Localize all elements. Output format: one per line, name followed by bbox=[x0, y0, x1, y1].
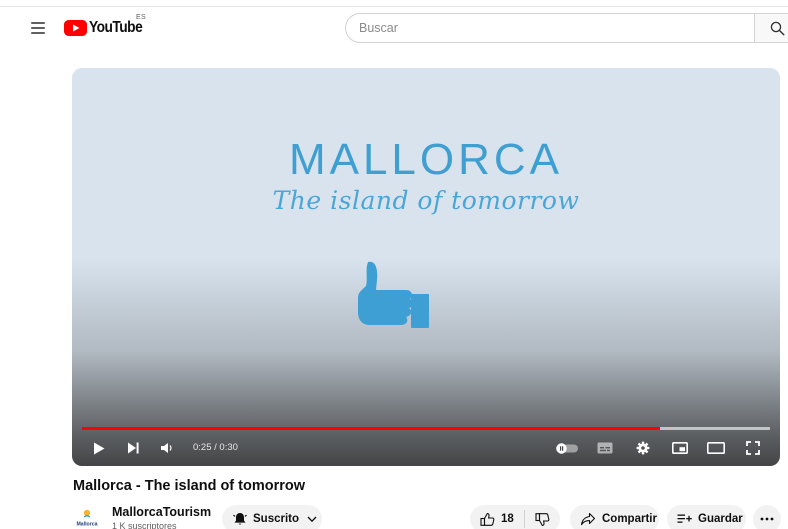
bell-icon bbox=[233, 513, 247, 525]
progress-played bbox=[82, 427, 660, 430]
share-button[interactable]: Compartir bbox=[570, 505, 659, 529]
volume-button[interactable] bbox=[158, 438, 176, 458]
logo-text: YouTube bbox=[89, 19, 143, 36]
next-button[interactable] bbox=[124, 438, 142, 458]
fullscreen-icon bbox=[746, 441, 760, 455]
svg-text:Mallorca: Mallorca bbox=[76, 522, 97, 528]
subscribed-label: Suscrito bbox=[253, 513, 300, 525]
miniplayer-icon bbox=[672, 442, 688, 454]
progress-bar[interactable] bbox=[82, 427, 770, 430]
thumbs-down-icon bbox=[535, 512, 550, 526]
subtitles-icon bbox=[597, 442, 613, 454]
autoplay-toggle-icon bbox=[556, 442, 578, 454]
playlist-add-icon bbox=[677, 514, 692, 523]
autoplay-toggle[interactable] bbox=[555, 438, 579, 458]
video-title: Mallorca - The island of tomorrow bbox=[73, 478, 306, 494]
share-icon bbox=[580, 512, 596, 526]
settings-button[interactable] bbox=[633, 438, 653, 458]
subtitles-button[interactable] bbox=[595, 438, 615, 458]
play-icon bbox=[94, 442, 105, 454]
dislike-button[interactable] bbox=[535, 512, 550, 527]
fullscreen-button[interactable] bbox=[742, 438, 764, 458]
save-label: Guardar bbox=[698, 513, 743, 525]
channel-name[interactable]: MallorcaTourism bbox=[112, 505, 211, 519]
search-input[interactable] bbox=[345, 13, 754, 43]
thumbs-up-icon bbox=[480, 512, 495, 526]
theater-mode-icon bbox=[707, 442, 725, 454]
channel-logo-icon: Mallorca bbox=[76, 509, 98, 528]
like-dislike-group: 18 bbox=[470, 505, 560, 529]
subscribed-button[interactable]: Suscrito bbox=[222, 505, 322, 529]
subscriber-count: 1 K suscriptores bbox=[112, 521, 177, 529]
chevron-down-icon bbox=[307, 516, 317, 522]
like-divider bbox=[523, 510, 525, 528]
menu-icon[interactable] bbox=[31, 22, 45, 34]
top-border bbox=[0, 6, 788, 7]
skip-next-icon bbox=[127, 442, 139, 454]
like-count: 18 bbox=[501, 513, 514, 525]
video-overlay-subtitle: The island of tomorrow bbox=[272, 186, 580, 215]
channel-avatar[interactable]: Mallorca bbox=[73, 505, 101, 529]
share-label: Compartir bbox=[602, 513, 657, 525]
video-overlay-title: MALLORCA bbox=[288, 135, 564, 184]
more-horizontal-icon bbox=[760, 517, 774, 521]
save-button[interactable]: Guardar bbox=[667, 505, 746, 529]
search-icon bbox=[770, 21, 785, 36]
search-button[interactable] bbox=[754, 13, 788, 43]
theater-mode-button[interactable] bbox=[705, 438, 727, 458]
logo-region-code: ES bbox=[136, 14, 146, 21]
video-player[interactable]: MALLORCA The island of tomorrow 0:25 / 0… bbox=[72, 68, 780, 466]
more-actions-button[interactable] bbox=[753, 505, 781, 529]
gear-icon bbox=[636, 441, 650, 455]
play-button[interactable] bbox=[90, 438, 108, 458]
youtube-logo[interactable]: YouTube ES bbox=[64, 14, 151, 39]
miniplayer-button[interactable] bbox=[669, 438, 691, 458]
time-display: 0:25 / 0:30 bbox=[193, 442, 238, 453]
youtube-play-logo-icon bbox=[64, 20, 87, 36]
thumbs-up-illustration-icon bbox=[358, 261, 429, 328]
volume-icon bbox=[161, 443, 172, 453]
youtube-watch-page: YouTube ES MALLORCA The island of tomorr… bbox=[0, 0, 788, 529]
like-button[interactable]: 18 bbox=[470, 505, 514, 529]
